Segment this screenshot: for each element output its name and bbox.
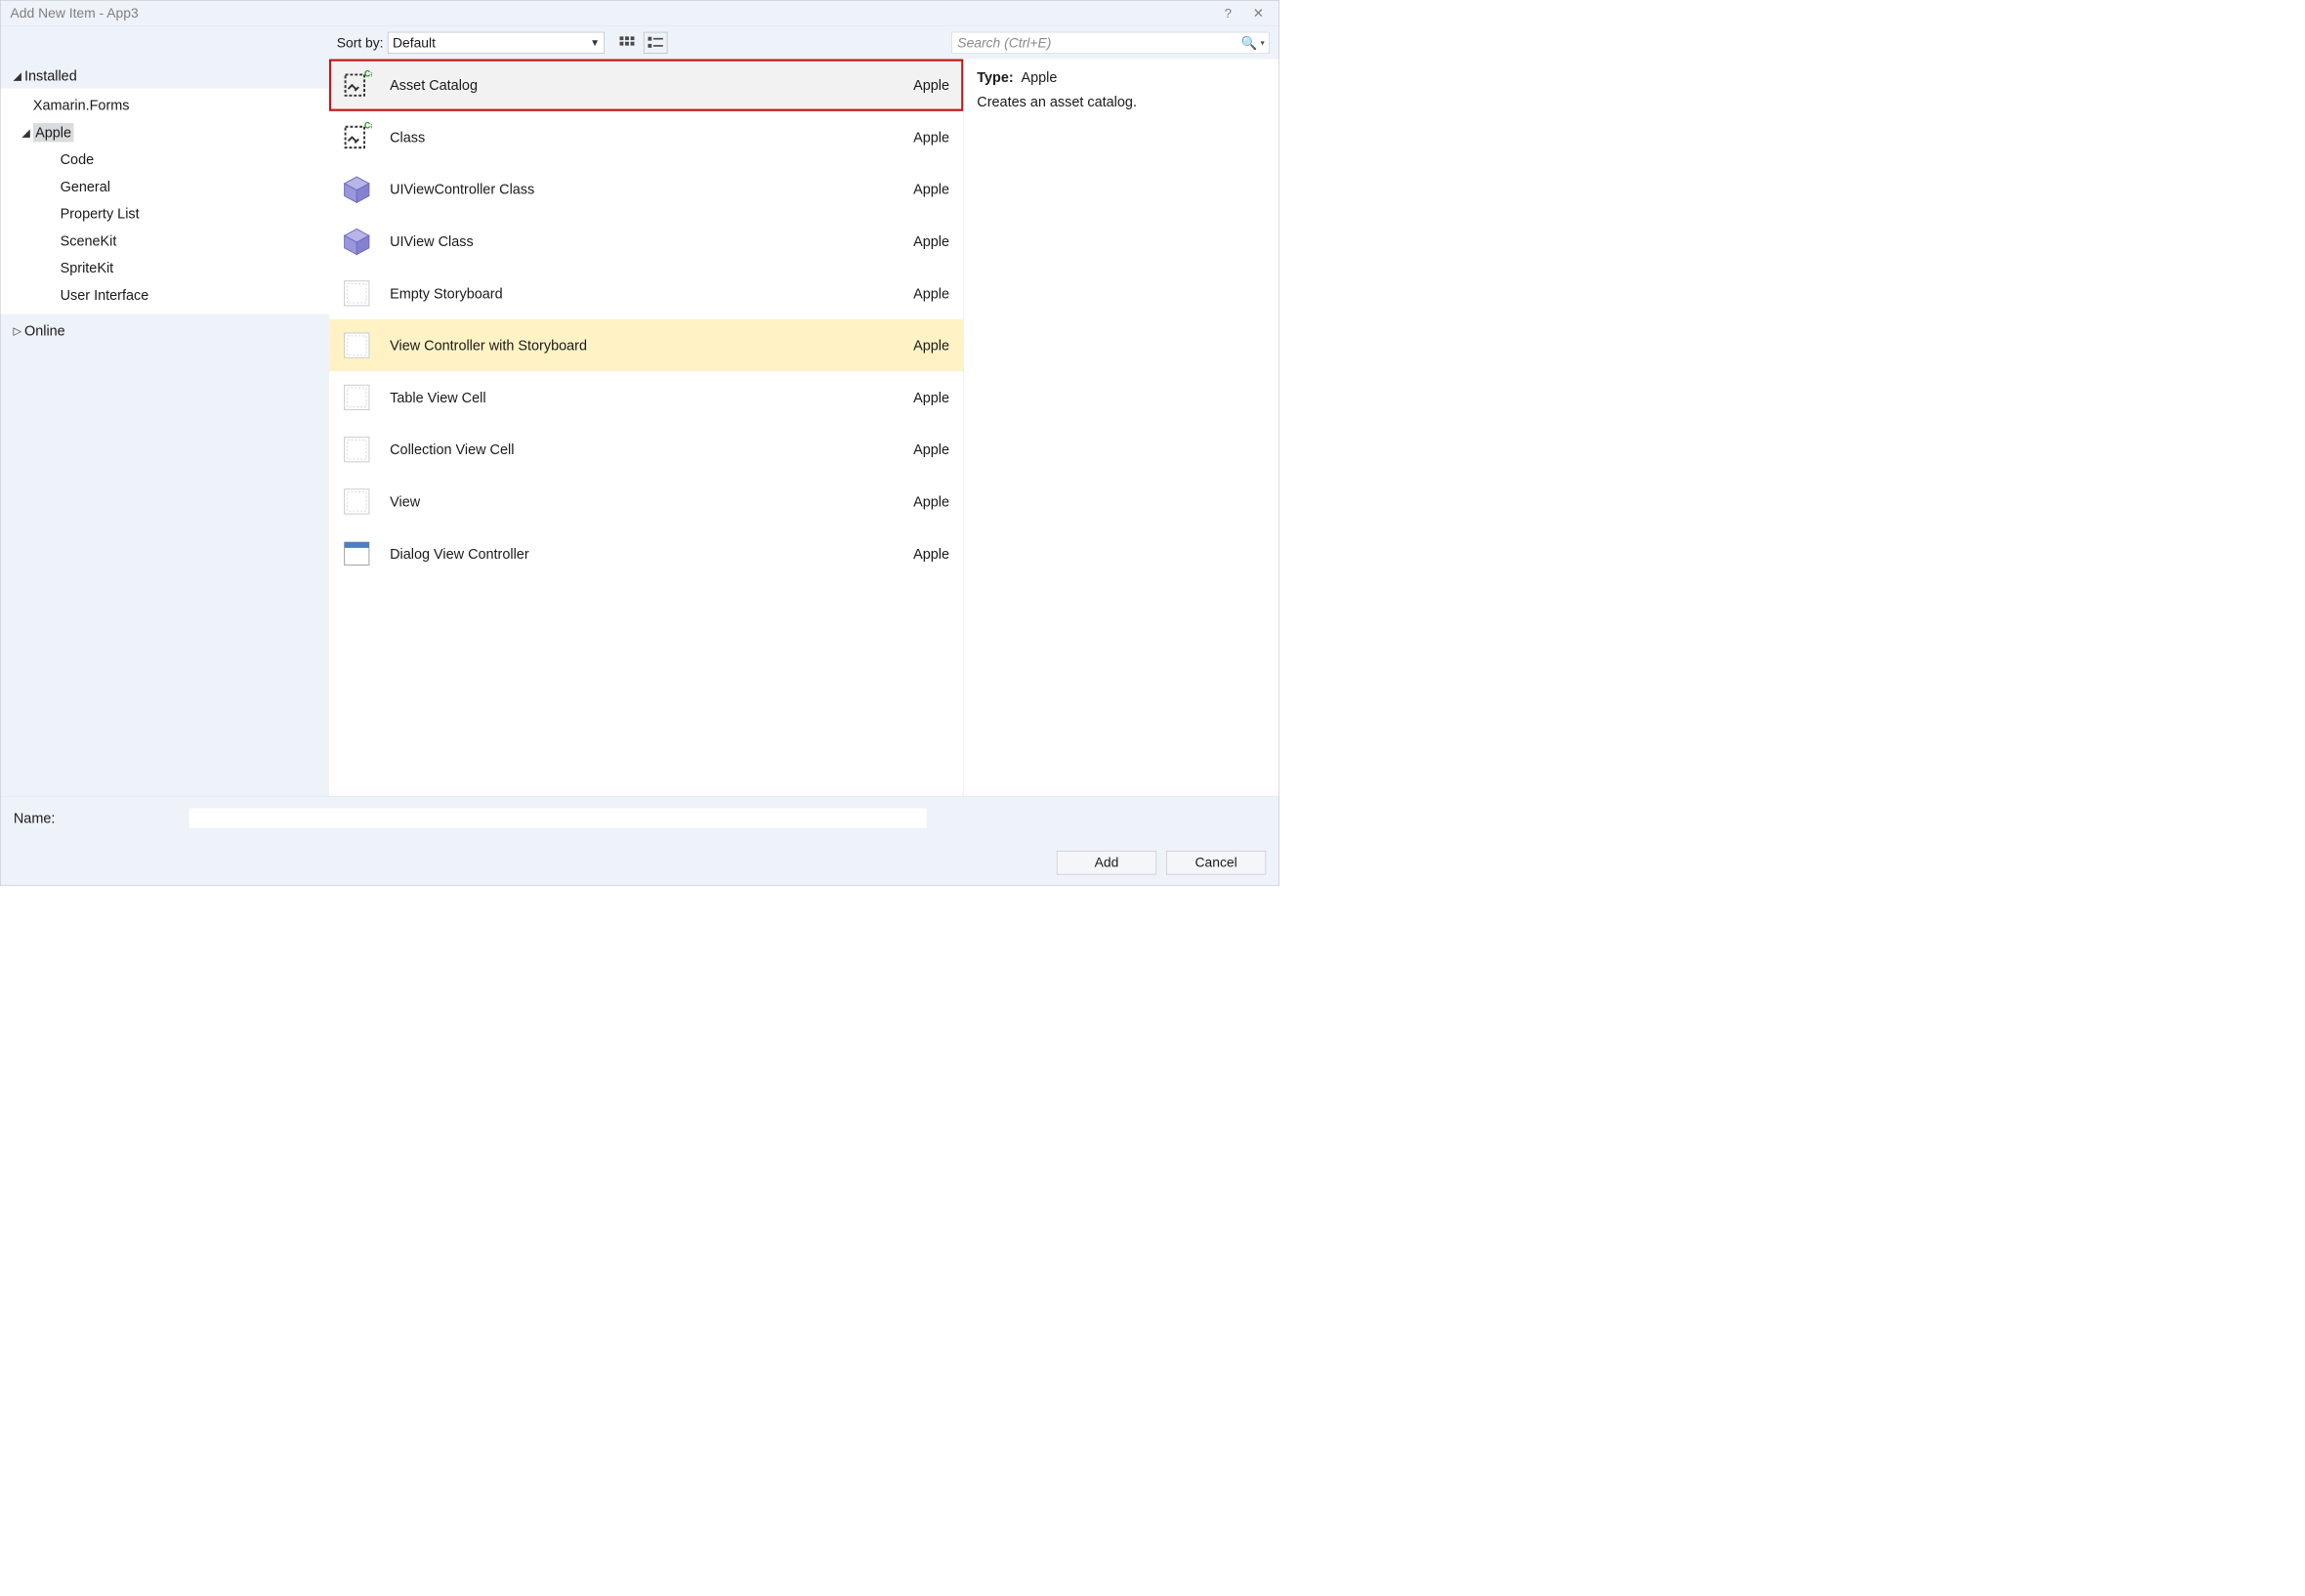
expand-icon: ▷ bbox=[11, 324, 24, 338]
tree-item-user-interface[interactable]: User Interface bbox=[1, 281, 329, 309]
window-title: Add New Item - App3 bbox=[11, 6, 1213, 21]
template-category: Apple bbox=[913, 389, 949, 405]
template-name: View Controller with Storyboard bbox=[390, 337, 913, 354]
preview-type-label: Type: bbox=[977, 68, 1013, 85]
view-details-button[interactable] bbox=[644, 32, 667, 54]
template-category: Apple bbox=[913, 545, 949, 562]
template-category: Apple bbox=[913, 129, 949, 146]
sortby-value: Default bbox=[393, 35, 436, 51]
template-item[interactable]: Collection View Cell Apple bbox=[329, 424, 963, 476]
tree-item-spritekit[interactable]: SpriteKit bbox=[1, 254, 329, 281]
cube-icon bbox=[339, 224, 375, 260]
sortby-label: Sort by: bbox=[337, 35, 384, 51]
template-category: Apple bbox=[913, 441, 949, 458]
name-label: Name: bbox=[14, 810, 177, 826]
main-area: ◢ Installed Xamarin.Forms ◢ Apple Code G… bbox=[1, 60, 1279, 796]
tree-item-scenekit[interactable]: SceneKit bbox=[1, 228, 329, 255]
svg-text:C#: C# bbox=[364, 70, 372, 79]
template-name: Asset Catalog bbox=[390, 77, 913, 94]
preview-type-value: Apple bbox=[1021, 68, 1057, 85]
template-category: Apple bbox=[913, 493, 949, 510]
template-item[interactable]: UIView Class Apple bbox=[329, 215, 963, 267]
csharp-asset-icon: C# bbox=[339, 119, 375, 155]
tree-item-general[interactable]: General bbox=[1, 173, 329, 200]
sidebar: ◢ Installed Xamarin.Forms ◢ Apple Code G… bbox=[1, 60, 329, 796]
template-category: Apple bbox=[913, 337, 949, 354]
template-pane: C# Asset Catalog Apple C# Class Apple UI… bbox=[329, 60, 963, 796]
chevron-down-icon: ▼ bbox=[590, 37, 600, 49]
toolbar: Sort by: Default ▼ 🔍 ▾ bbox=[1, 26, 1279, 59]
template-category: Apple bbox=[913, 285, 949, 302]
template-item[interactable]: View Apple bbox=[329, 476, 963, 527]
help-button[interactable]: ? bbox=[1213, 0, 1243, 26]
tree-item-code[interactable]: Code bbox=[1, 146, 329, 173]
tree-online[interactable]: ▷ Online bbox=[1, 317, 329, 345]
name-input[interactable] bbox=[189, 809, 927, 828]
blank-icon bbox=[339, 432, 375, 468]
template-list[interactable]: C# Asset Catalog Apple C# Class Apple UI… bbox=[329, 60, 963, 796]
svg-text:C#: C# bbox=[364, 122, 372, 131]
template-item[interactable]: Empty Storyboard Apple bbox=[329, 268, 963, 319]
template-name: UIViewController Class bbox=[390, 181, 913, 197]
csharp-asset-icon: C# bbox=[339, 67, 375, 104]
tree-installed-label: Installed bbox=[24, 67, 77, 84]
template-name: Collection View Cell bbox=[390, 441, 913, 458]
close-button[interactable]: ✕ bbox=[1243, 0, 1274, 26]
collapse-icon: ◢ bbox=[19, 126, 32, 140]
template-name: Table View Cell bbox=[390, 389, 913, 405]
view-medium-icons-button[interactable] bbox=[615, 32, 639, 54]
template-item[interactable]: UIViewController Class Apple bbox=[329, 163, 963, 215]
collapse-icon: ◢ bbox=[11, 69, 24, 83]
list-icon bbox=[648, 36, 663, 49]
template-category: Apple bbox=[913, 77, 949, 94]
search-icon[interactable]: 🔍 bbox=[1241, 35, 1258, 51]
tree-item-xamarin-forms[interactable]: Xamarin.Forms bbox=[1, 92, 329, 119]
view-toggle bbox=[615, 32, 667, 54]
tree-installed[interactable]: ◢ Installed bbox=[1, 63, 329, 90]
add-button[interactable]: Add bbox=[1057, 851, 1156, 874]
cube-icon bbox=[339, 171, 375, 207]
tree-online-label: Online bbox=[24, 322, 65, 339]
dialog-window: Add New Item - App3 ? ✕ Sort by: Default… bbox=[0, 0, 1279, 886]
template-item[interactable]: C# Class Apple bbox=[329, 111, 963, 163]
footer: Name: Add Cancel bbox=[1, 796, 1279, 886]
title-bar: Add New Item - App3 ? ✕ bbox=[1, 1, 1279, 27]
search-box[interactable]: 🔍 ▾ bbox=[951, 32, 1269, 54]
preview-description: Creates an asset catalog. bbox=[977, 93, 1266, 109]
template-name: View bbox=[390, 493, 913, 510]
template-item[interactable]: View Controller with Storyboard Apple bbox=[329, 319, 963, 371]
blank-icon bbox=[339, 483, 375, 520]
search-input[interactable] bbox=[956, 32, 1236, 53]
template-name: UIView Class bbox=[390, 232, 913, 249]
grid-icon bbox=[620, 36, 636, 49]
blank-icon bbox=[339, 275, 375, 312]
template-name: Dialog View Controller bbox=[390, 545, 913, 562]
template-name: Empty Storyboard bbox=[390, 285, 913, 302]
sortby-dropdown[interactable]: Default ▼ bbox=[388, 32, 605, 54]
template-item[interactable]: Table View Cell Apple bbox=[329, 371, 963, 423]
installed-children: Xamarin.Forms ◢ Apple Code General Prope… bbox=[1, 88, 329, 314]
template-name: Class bbox=[390, 129, 913, 146]
template-item[interactable]: C# Asset Catalog Apple bbox=[329, 60, 963, 111]
tree-item-apple[interactable]: ◢ Apple bbox=[1, 119, 329, 147]
cancel-button[interactable]: Cancel bbox=[1166, 851, 1266, 874]
template-category: Apple bbox=[913, 232, 949, 249]
tree-item-property-list[interactable]: Property List bbox=[1, 200, 329, 228]
search-dropdown-icon[interactable]: ▾ bbox=[1261, 38, 1265, 47]
blank-icon bbox=[339, 380, 375, 416]
blank-icon bbox=[339, 327, 375, 363]
window-icon bbox=[339, 535, 375, 571]
template-category: Apple bbox=[913, 181, 949, 197]
template-item[interactable]: Dialog View Controller Apple bbox=[329, 527, 963, 579]
preview-pane: Type: Apple Creates an asset catalog. bbox=[963, 60, 1278, 796]
